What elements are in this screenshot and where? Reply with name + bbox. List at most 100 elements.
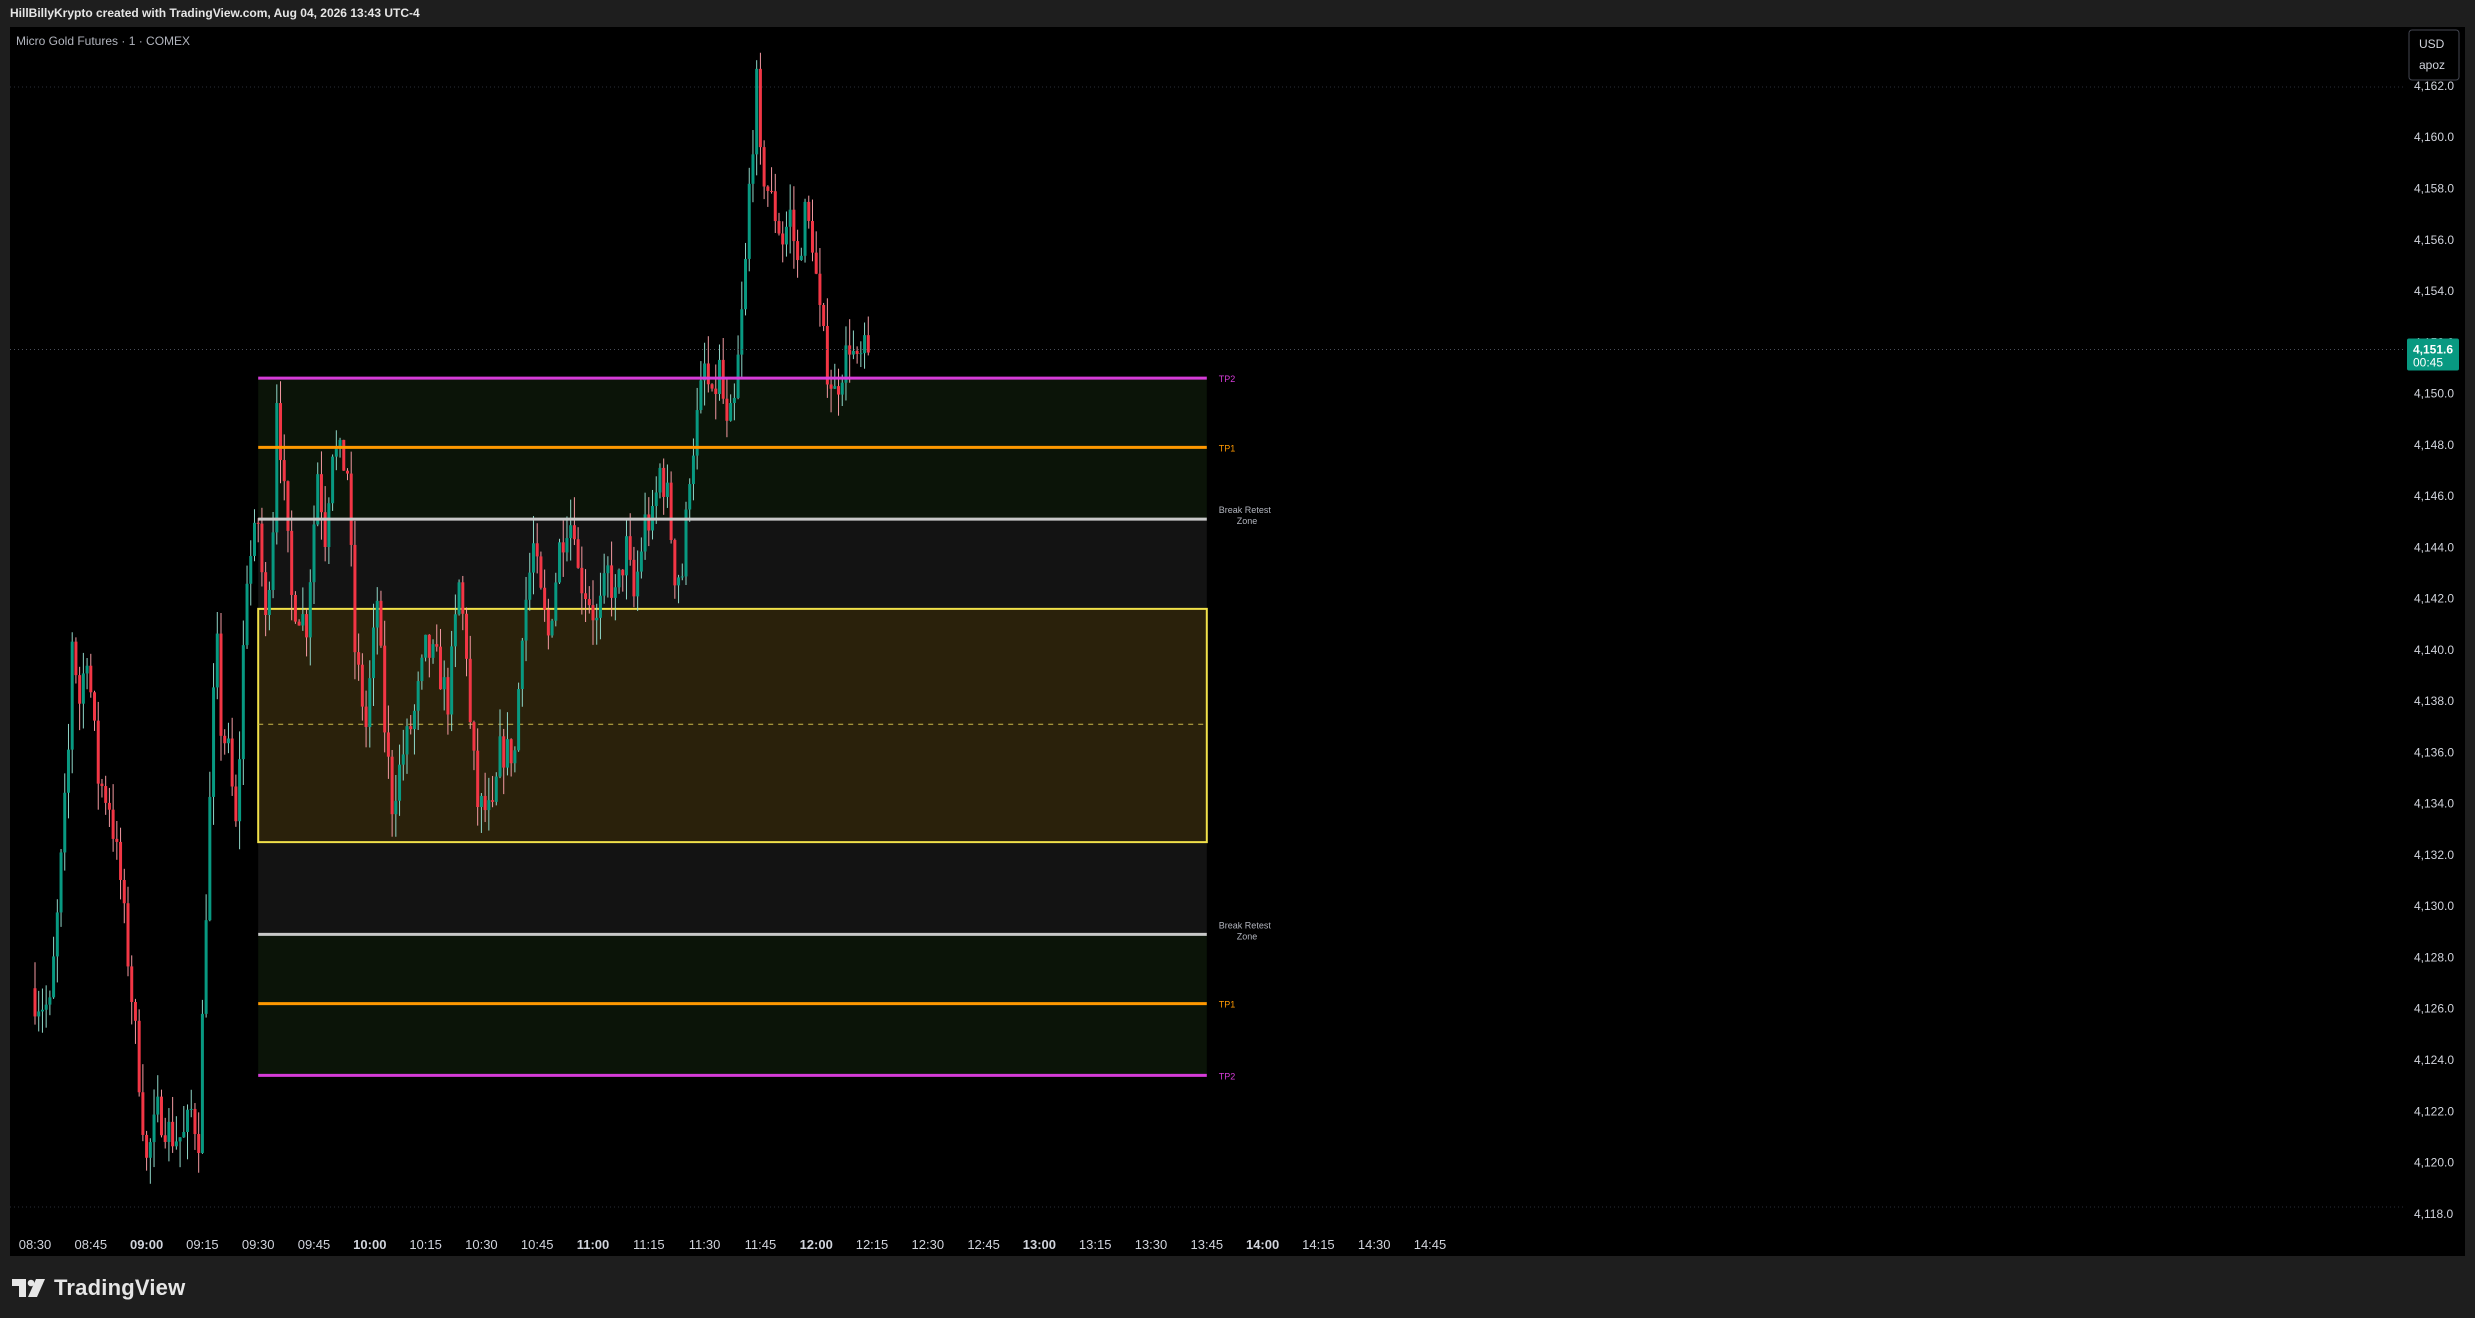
x-tick-label: 11:30	[689, 1237, 721, 1252]
candle	[226, 722, 230, 754]
currency-selector[interactable]: USD apoz	[2408, 29, 2460, 81]
candle-body	[37, 1011, 41, 1017]
candle	[40, 988, 44, 1033]
y-tick-label: 4,124.0	[2414, 1053, 2454, 1067]
candle-body	[639, 551, 643, 572]
candle	[37, 990, 41, 1032]
candle-body	[770, 190, 774, 192]
candle	[115, 820, 119, 860]
x-tick-label: 12:30	[912, 1237, 945, 1252]
candle	[122, 868, 126, 924]
candle-body	[424, 634, 428, 658]
candle-body	[279, 403, 283, 461]
candle-body	[107, 802, 111, 810]
candle	[193, 1103, 197, 1150]
candle-body	[141, 1092, 145, 1135]
candle-body	[796, 241, 800, 261]
candle-body	[126, 903, 130, 967]
candle-body	[446, 677, 450, 715]
candle-body	[810, 220, 814, 253]
candle-body	[840, 382, 844, 395]
candle-body	[580, 567, 584, 594]
candle-body	[851, 350, 855, 355]
candle-body	[792, 209, 796, 242]
x-tick-label: 10:15	[409, 1237, 442, 1252]
candle-body	[338, 439, 342, 446]
candle-body	[758, 68, 762, 148]
candle	[740, 281, 744, 379]
x-tick-label: 14:15	[1302, 1237, 1335, 1252]
candle-body	[591, 605, 595, 621]
candle-body	[66, 749, 70, 793]
candle	[699, 361, 703, 414]
y-tick-label: 4,160.0	[2414, 130, 2454, 144]
x-tick-label: 13:00	[1023, 1237, 1056, 1252]
candle-body	[784, 226, 788, 245]
candle-body	[398, 764, 402, 801]
candle	[758, 52, 762, 165]
tradingview-logo[interactable]: TradingView	[12, 1275, 185, 1301]
candle-body	[550, 620, 554, 636]
y-tick-label: 4,122.0	[2414, 1104, 2454, 1118]
candle	[747, 167, 751, 272]
candle	[755, 60, 759, 176]
level-label-zone-lower: Break Retest Zone	[1219, 920, 1272, 941]
candle-body	[450, 646, 454, 715]
candle	[777, 212, 781, 236]
candle-body	[148, 1142, 152, 1158]
candle-body	[740, 309, 744, 355]
candle	[803, 198, 807, 263]
candle-body	[342, 439, 346, 471]
candle-body	[624, 536, 628, 576]
candle-body	[799, 255, 803, 261]
candle-body	[554, 582, 558, 621]
candle-body	[234, 786, 238, 822]
candle-body	[252, 522, 256, 556]
candle-body	[636, 571, 640, 597]
candle-body	[632, 559, 636, 597]
candle	[66, 723, 70, 819]
candle-body	[293, 594, 297, 622]
candle	[186, 1104, 190, 1160]
candle-body	[331, 456, 335, 504]
candle-body	[453, 614, 457, 647]
candle-body	[736, 354, 740, 398]
candle	[293, 591, 297, 624]
candle	[822, 302, 826, 332]
candle-body	[825, 326, 829, 385]
y-tick-label: 4,136.0	[2414, 745, 2454, 759]
x-tick-label: 08:45	[75, 1237, 108, 1252]
current-price-badge: 4,151.600:45	[2407, 338, 2459, 371]
candle-body	[275, 403, 279, 533]
price-chart[interactable]: TP2 TP1 Break Retest Zone Break Retest Zone TP…	[0, 0, 2475, 1257]
candle	[148, 1138, 152, 1184]
candle-body	[159, 1096, 163, 1136]
candle-body	[70, 641, 74, 750]
countdown: 00:45	[2413, 356, 2443, 370]
candle-body	[85, 665, 89, 674]
range-box	[257, 607, 1208, 844]
candle	[245, 565, 249, 649]
symbol-title[interactable]: Micro Gold Futures · 1 · COMEX	[16, 34, 190, 48]
candle	[52, 936, 56, 999]
candle-body	[714, 388, 718, 395]
candle-body	[465, 613, 469, 659]
candle	[70, 632, 74, 774]
current-price-value: 4,151.6	[2413, 343, 2453, 357]
candle	[182, 1105, 186, 1138]
candle-body	[245, 583, 249, 646]
candle-body	[476, 750, 480, 808]
candle-body	[461, 582, 465, 614]
candle	[63, 773, 67, 871]
candle-body	[558, 542, 562, 583]
candle-body	[260, 523, 264, 573]
candle-body	[353, 544, 357, 653]
candle-body	[223, 735, 227, 744]
candle-body	[427, 634, 431, 658]
y-tick-label: 4,128.0	[2414, 950, 2454, 964]
candle-body	[171, 1121, 175, 1147]
candle-body	[565, 538, 569, 553]
candle	[197, 1112, 201, 1173]
candle	[539, 551, 543, 590]
candle-body	[606, 565, 610, 574]
